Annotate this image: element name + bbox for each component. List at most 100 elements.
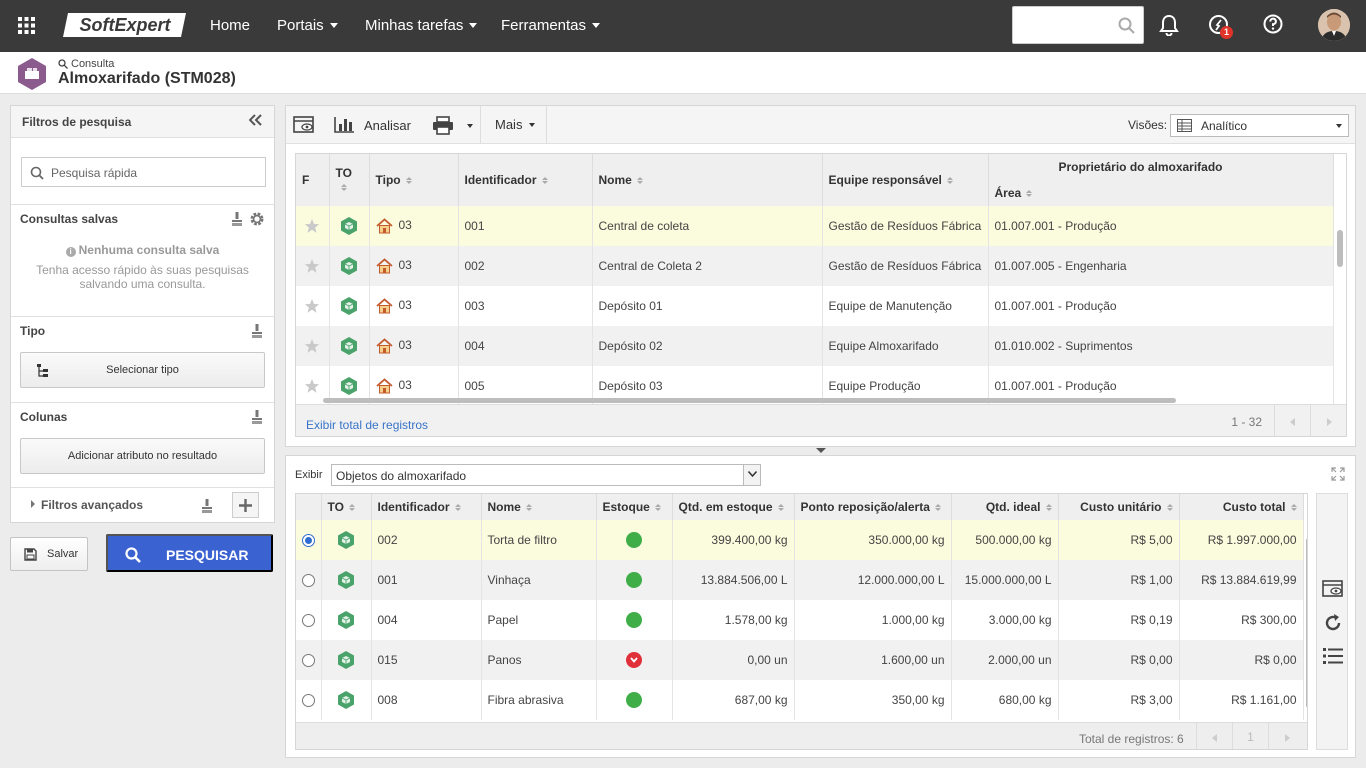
vertical-scrollbar[interactable]	[1306, 538, 1307, 708]
sort-icon	[654, 504, 661, 512]
row-radio-cell[interactable]	[296, 560, 322, 600]
col-custo-total[interactable]: Custo total	[1179, 494, 1304, 520]
views-select[interactable]: Analítico	[1170, 114, 1349, 137]
col-identificador[interactable]: Identificador	[371, 494, 482, 520]
apps-grid-icon[interactable]	[18, 17, 35, 34]
col-identificador[interactable]: Identificador	[458, 154, 593, 206]
col-estoque[interactable]: Estoque	[596, 494, 673, 520]
col-nome[interactable]: Nome	[592, 154, 823, 206]
col-to[interactable]: TO	[329, 154, 370, 206]
add-attribute-button[interactable]: Adicionar atributo no resultado	[20, 438, 265, 474]
save-query-button[interactable]: Salvar	[10, 537, 88, 571]
col-ponto-reposicao[interactable]: Ponto reposição/alerta	[794, 494, 952, 520]
show-select[interactable]: Objetos do almoxarifado	[331, 464, 761, 486]
table-row[interactable]: 002 Torta de filtro 399.400,00 kg 350.000,0…	[296, 520, 1304, 560]
row-radio-cell[interactable]	[296, 640, 322, 680]
refresh-icon[interactable]	[1323, 613, 1343, 633]
softexpert-logo[interactable]: SoftExpert	[62, 12, 188, 38]
table-row[interactable]: 015 Panos 0,00 un 1.600,00 un 2.000,00 un R$ …	[296, 640, 1304, 680]
favorite-star-icon[interactable]	[304, 338, 320, 354]
nav-minhas-tarefas[interactable]: Minhas tarefas	[365, 17, 478, 34]
col-qtd-ideal[interactable]: Qtd. ideal	[951, 494, 1059, 520]
search-icon[interactable]	[1118, 17, 1135, 34]
favorite-cell[interactable]	[296, 246, 330, 286]
table-row[interactable]: 03 001 Central de coleta Gestão de Resíduos…	[296, 206, 1334, 246]
favorite-cell[interactable]	[296, 206, 330, 246]
row-radio[interactable]	[302, 613, 315, 627]
show-total-link[interactable]: Exibir total de registros	[306, 418, 428, 432]
next-page-button[interactable]	[1268, 723, 1304, 749]
help-icon[interactable]	[1263, 14, 1283, 34]
more-button[interactable]: Mais	[495, 117, 536, 132]
favorite-star-icon[interactable]	[304, 378, 320, 394]
global-search-input[interactable]	[1012, 6, 1144, 44]
clear-brush-icon[interactable]	[231, 212, 243, 226]
horizontal-scrollbar[interactable]	[323, 398, 1176, 403]
row-radio-cell[interactable]	[296, 680, 322, 720]
estoque-cell	[596, 520, 673, 560]
nav-ferramentas[interactable]: Ferramentas	[501, 17, 601, 34]
chevron-right-icon[interactable]	[31, 500, 35, 508]
table-row[interactable]: 004 Papel 1.578,00 kg 1.000,00 kg 3.000,00 k…	[296, 600, 1304, 640]
col-custo-unitario[interactable]: Custo unitário	[1058, 494, 1180, 520]
gear-icon[interactable]	[249, 211, 265, 227]
clear-brush-icon[interactable]	[201, 499, 213, 513]
bell-icon[interactable]	[1159, 14, 1179, 36]
favorite-cell[interactable]	[296, 326, 330, 366]
table-row[interactable]: 03 002 Central de Coleta 2 Gestão de Resídu…	[296, 246, 1334, 286]
expand-icon[interactable]	[1331, 467, 1345, 481]
identificador-cell: 001	[458, 206, 593, 246]
row-radio[interactable]	[302, 693, 315, 707]
col-favorite[interactable]: F	[296, 154, 330, 206]
col-to[interactable]: TO	[321, 494, 372, 520]
tree-icon	[37, 364, 50, 378]
favorite-cell[interactable]	[296, 286, 330, 326]
breadcrumb[interactable]: Consulta	[58, 58, 114, 70]
sort-icon	[1290, 504, 1297, 512]
col-nome[interactable]: Nome	[481, 494, 597, 520]
prev-page-button[interactable]	[1196, 723, 1232, 749]
nav-home[interactable]: Home	[210, 17, 250, 34]
add-filter-button[interactable]	[232, 492, 259, 518]
col-tipo[interactable]: Tipo	[369, 154, 459, 206]
view-record-icon[interactable]	[293, 116, 314, 134]
print-button[interactable]	[432, 116, 473, 135]
col-qtd-estoque[interactable]: Qtd. em estoque	[672, 494, 795, 520]
page-number[interactable]: 1	[1232, 723, 1268, 749]
row-radio[interactable]	[302, 653, 315, 667]
clear-brush-icon[interactable]	[251, 410, 263, 424]
advanced-filters-toggle[interactable]: Filtros avançados	[41, 498, 143, 512]
favorite-star-icon[interactable]	[304, 298, 320, 314]
qtd-estoque-cell: 1.578,00 kg	[672, 600, 795, 640]
user-avatar[interactable]	[1318, 9, 1350, 41]
select-type-button[interactable]: Selecionar tipo	[20, 352, 265, 388]
table-row[interactable]: 03 004 Depósito 02 Equipe Almoxarifado 01.01…	[296, 326, 1334, 366]
to-cell	[321, 560, 372, 600]
collapse-double-chevron-icon[interactable]	[249, 114, 262, 126]
quick-search-input[interactable]: Pesquisa rápida	[21, 157, 266, 187]
favorite-star-icon[interactable]	[304, 258, 320, 274]
table-row[interactable]: 03 003 Depósito 01 Equipe de Manutenção 01.0…	[296, 286, 1334, 326]
favorite-star-icon[interactable]	[304, 218, 320, 234]
nav-portais[interactable]: Portais	[277, 17, 338, 34]
row-radio[interactable]	[302, 533, 315, 547]
row-radio-cell[interactable]	[296, 520, 322, 560]
identificador-cell: 002	[371, 520, 482, 560]
sort-icon	[636, 177, 643, 185]
row-radio-cell[interactable]	[296, 600, 322, 640]
list-icon[interactable]	[1323, 647, 1343, 665]
table-row[interactable]: 008 Fibra abrasiva 687,00 kg 350,00 kg 680,0…	[296, 680, 1304, 720]
prev-page-button[interactable]	[1274, 405, 1310, 436]
col-equipe[interactable]: Equipe responsável	[822, 154, 989, 206]
view-record-icon[interactable]	[1322, 580, 1343, 598]
search-button[interactable]: PESQUISAR	[106, 534, 273, 572]
splitter-handle[interactable]	[816, 448, 826, 454]
table-row[interactable]: 001 Vinhaça 13.884.506,00 L 12.000.000,00 L…	[296, 560, 1304, 600]
next-page-button[interactable]	[1310, 405, 1346, 436]
analyze-button[interactable]: Analisar	[334, 117, 411, 133]
row-radio[interactable]	[302, 573, 315, 587]
col-area[interactable]: Proprietário do almoxarifado Área	[988, 154, 1334, 206]
vertical-scrollbar[interactable]	[1337, 230, 1343, 267]
clear-brush-icon[interactable]	[251, 324, 263, 338]
nome-cell: Papel	[481, 600, 597, 640]
